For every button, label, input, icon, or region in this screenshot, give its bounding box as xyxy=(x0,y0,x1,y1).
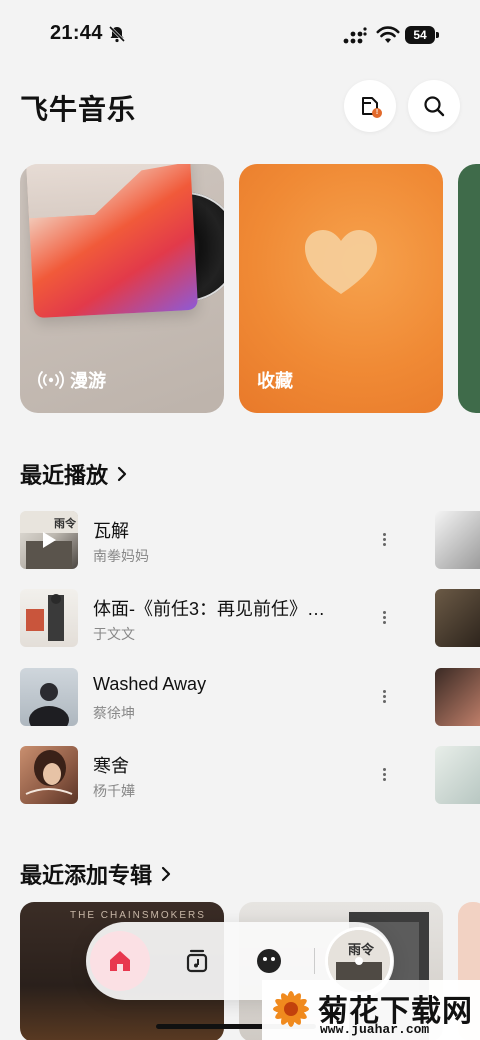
more-options-icon[interactable] xyxy=(380,531,388,551)
battery-indicator: 54 xyxy=(405,26,439,44)
favorites-card[interactable]: 收藏 xyxy=(239,164,443,413)
radio-waves-icon xyxy=(38,371,64,389)
message-button[interactable]: ! xyxy=(344,80,396,132)
song-cover xyxy=(20,668,78,726)
favorites-card-label: 收藏 xyxy=(257,367,293,393)
chevron-right-icon xyxy=(161,866,171,882)
roam-card-label: 漫游 xyxy=(38,367,106,393)
nav-divider xyxy=(314,948,315,974)
nav-library-button[interactable] xyxy=(182,946,212,976)
album-art xyxy=(26,594,64,641)
roam-card[interactable]: 漫游 xyxy=(20,164,224,413)
song-row[interactable]: 体面-《前任3：再见前任》… 于文文 xyxy=(20,589,400,649)
song-cover xyxy=(20,589,78,647)
recent-plays-header[interactable]: 最近播放 xyxy=(20,458,128,490)
next-song-cover[interactable] xyxy=(435,589,480,647)
song-row[interactable]: Washed Away 蔡徐坤 xyxy=(20,668,400,728)
svg-text:雨令: 雨令 xyxy=(54,516,77,530)
more-card-peek[interactable] xyxy=(458,164,480,413)
app-title: 飞牛音乐 xyxy=(20,94,137,125)
nav-profile-button[interactable] xyxy=(254,946,284,976)
next-song-cover[interactable] xyxy=(435,511,480,569)
song-title: Washed Away xyxy=(93,674,207,694)
song-cover xyxy=(20,746,78,804)
watermark-url: www.juahar.com xyxy=(320,1022,430,1037)
more-options-icon[interactable] xyxy=(380,766,388,786)
library-icon xyxy=(186,949,208,973)
nav-home-button[interactable] xyxy=(90,931,150,991)
wifi-icon xyxy=(376,26,400,43)
search-icon xyxy=(424,96,445,117)
svg-text:雨令: 雨令 xyxy=(348,942,375,958)
song-row[interactable]: 寒舍 杨千嬅 xyxy=(20,746,400,806)
heart-icon xyxy=(305,230,377,294)
more-options-icon[interactable] xyxy=(380,609,388,629)
message-badge: ! xyxy=(372,108,382,118)
album-art xyxy=(29,683,69,726)
recent-albums-title: 最近添加专辑 xyxy=(20,863,153,888)
roam-label-text: 漫游 xyxy=(70,371,106,391)
next-song-cover[interactable] xyxy=(435,668,480,726)
search-button[interactable] xyxy=(408,80,460,132)
album-caption: THE CHAINSMOKERS xyxy=(70,910,206,921)
status-bar: 21:44 54 xyxy=(0,0,480,70)
recent-albums-header[interactable]: 最近添加专辑 xyxy=(20,858,172,890)
song-artist: 南拳妈妈 xyxy=(93,548,149,564)
watermark: 菊花下载网 www.juahar.com xyxy=(262,980,480,1040)
song-row[interactable]: 雨令 瓦解 南拳妈妈 xyxy=(20,511,400,571)
next-song-cover[interactable] xyxy=(435,746,480,804)
status-time: 21:44 xyxy=(50,22,103,44)
song-artist: 于文文 xyxy=(93,626,135,642)
roam-cover-art xyxy=(25,164,199,319)
song-artist: 杨千嬅 xyxy=(93,783,135,799)
more-options-icon[interactable] xyxy=(380,688,388,708)
song-title: 体面-《前任3：再见前任》… xyxy=(93,599,326,619)
favorites-label-text: 收藏 xyxy=(257,371,293,391)
album-art xyxy=(25,750,73,795)
signal-icon xyxy=(343,27,367,44)
home-icon xyxy=(110,951,130,971)
song-title: 寒舍 xyxy=(93,756,129,776)
play-icon xyxy=(43,532,56,548)
profile-icon xyxy=(257,949,281,973)
chevron-right-icon xyxy=(117,466,127,482)
bell-muted-icon xyxy=(108,25,126,43)
recent-plays-title: 最近播放 xyxy=(20,463,109,488)
song-cover: 雨令 xyxy=(20,511,78,569)
song-artist: 蔡徐坤 xyxy=(93,705,135,721)
song-title: 瓦解 xyxy=(93,521,129,541)
flower-logo-icon xyxy=(273,991,309,1027)
